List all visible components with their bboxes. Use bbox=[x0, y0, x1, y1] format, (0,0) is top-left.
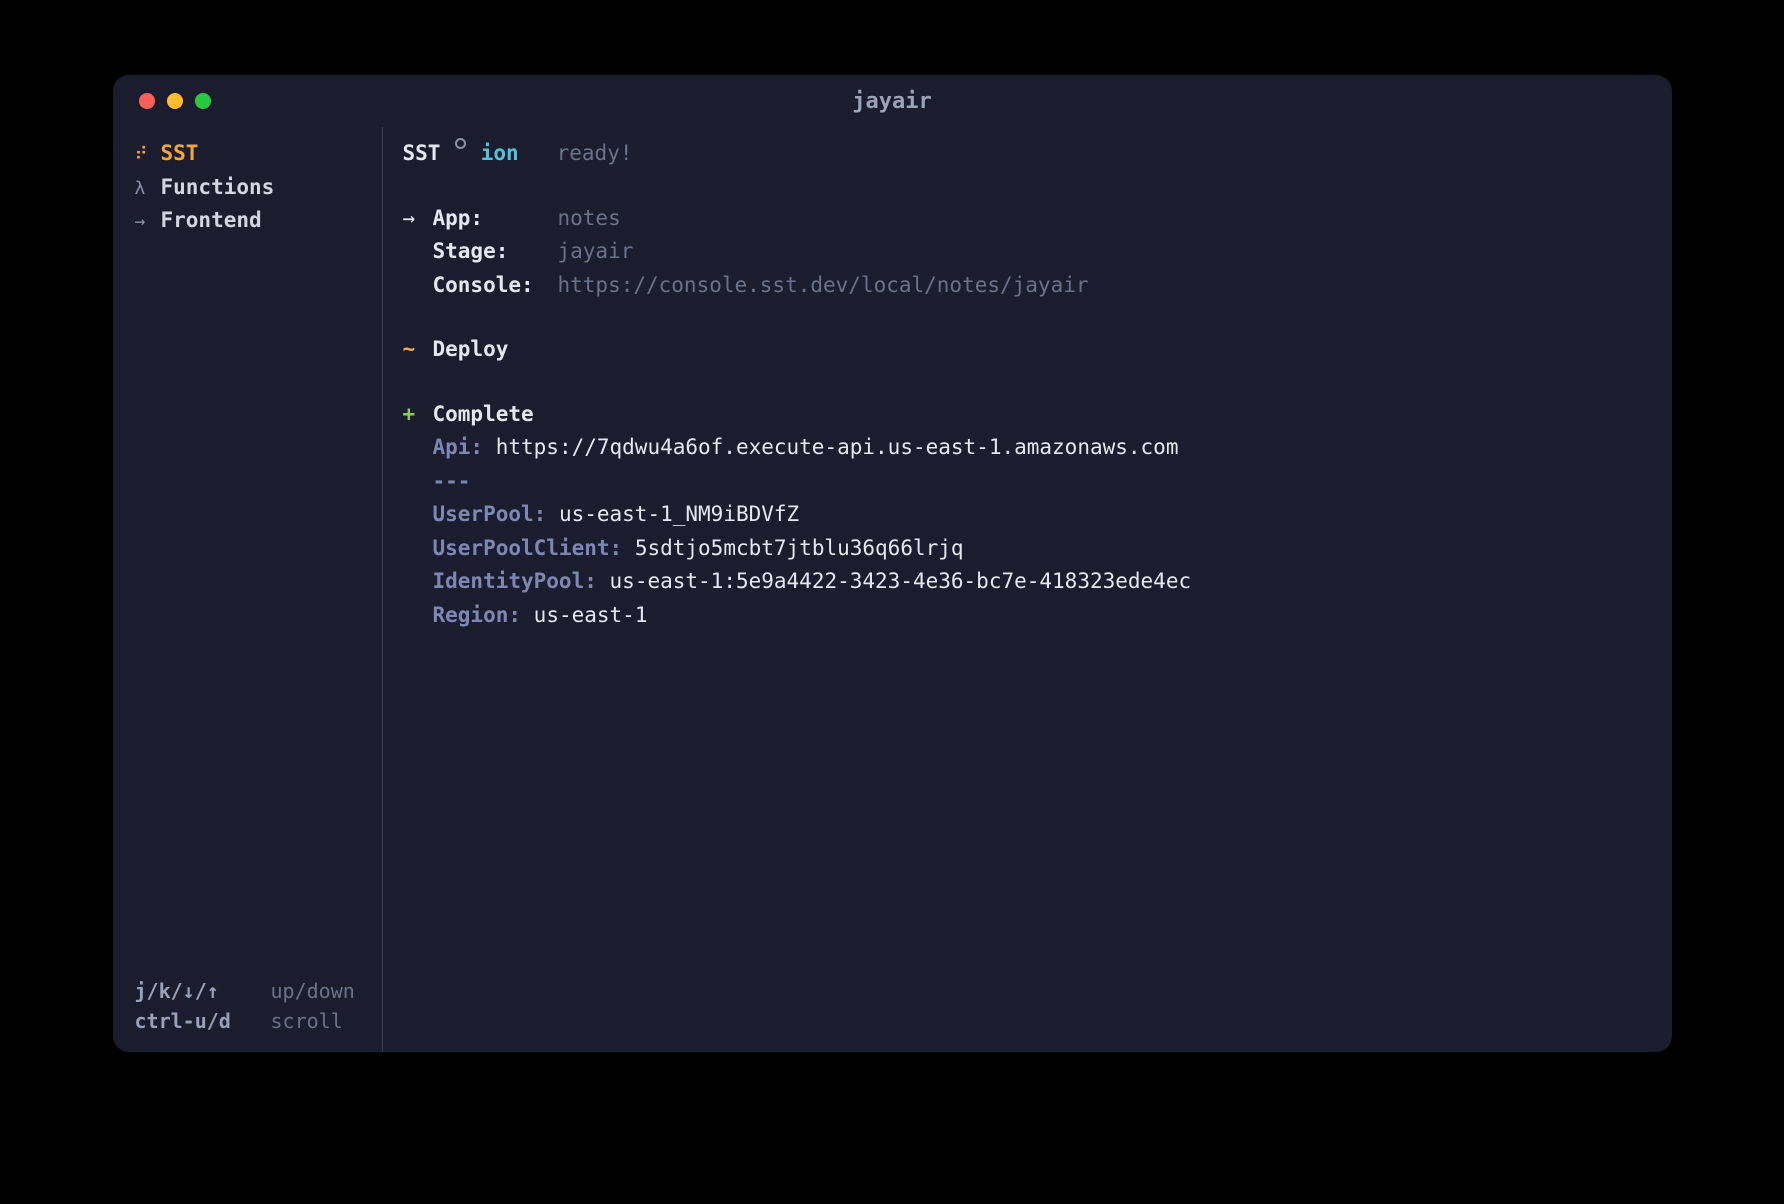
key-hints: j/k/↓/↑ up/down ctrl-u/d scroll bbox=[135, 976, 382, 1042]
arrow-icon: → bbox=[403, 203, 433, 235]
arrow-right-icon: → bbox=[135, 208, 151, 235]
close-icon[interactable] bbox=[139, 93, 155, 109]
output-row: Api: https://7qdwu4a6of.execute-api.us-e… bbox=[403, 431, 1648, 465]
complete-line: +Complete bbox=[403, 398, 1648, 432]
hint-row: ctrl-u/d scroll bbox=[135, 1006, 382, 1036]
divider: --- bbox=[433, 466, 471, 498]
hint-desc: scroll bbox=[271, 1006, 343, 1036]
deploy-line: ~Deploy bbox=[403, 333, 1648, 367]
output-key: IdentityPool: bbox=[433, 566, 597, 598]
lambda-icon: λ bbox=[135, 175, 151, 202]
value: jayair bbox=[558, 236, 634, 268]
hint-row: j/k/↓/↑ up/down bbox=[135, 976, 382, 1006]
header-line: SST ion ready! bbox=[403, 137, 1648, 171]
hint-desc: up/down bbox=[271, 976, 355, 1006]
label: Stage: bbox=[433, 236, 558, 268]
blank-line bbox=[403, 171, 1648, 202]
blank-line bbox=[403, 302, 1648, 333]
label: App: bbox=[433, 203, 558, 235]
output-row: UserPoolClient: 5sdtjo5mcbt7jtblu36q66lr… bbox=[403, 532, 1648, 566]
sidebar-item-sst[interactable]: ⠞ SST bbox=[135, 137, 382, 171]
blank-line bbox=[403, 367, 1648, 398]
info-stage: Stage:jayair bbox=[403, 235, 1648, 269]
plus-icon: + bbox=[403, 399, 433, 431]
output-row: Region: us-east-1 bbox=[403, 599, 1648, 633]
output-value: us-east-1 bbox=[534, 600, 648, 632]
output-row: IdentityPool: us-east-1:5e9a4422-3423-4e… bbox=[403, 565, 1648, 599]
maximize-icon[interactable] bbox=[195, 93, 211, 109]
deploy-label: Deploy bbox=[433, 334, 509, 366]
divider-line: --- bbox=[403, 465, 1648, 499]
sidebar-item-label: Functions bbox=[161, 172, 275, 204]
sidebar: ⠞ SST λ Functions → Frontend j/k/↓/↑ up/… bbox=[113, 127, 383, 1052]
complete-label: Complete bbox=[433, 399, 534, 431]
brand: SST bbox=[403, 138, 441, 170]
value: notes bbox=[558, 203, 621, 235]
output-value: https://7qdwu4a6of.execute-api.us-east-1… bbox=[496, 432, 1179, 464]
main-pane[interactable]: SST ion ready! →App:notes Stage:jayair C… bbox=[383, 127, 1672, 1052]
traffic-lights bbox=[139, 93, 211, 109]
sidebar-item-functions[interactable]: λ Functions bbox=[135, 171, 382, 205]
hint-keys: j/k/↓/↑ bbox=[135, 976, 243, 1006]
sidebar-item-label: SST bbox=[161, 138, 199, 170]
output-key: UserPool: bbox=[433, 499, 547, 531]
minimize-icon[interactable] bbox=[167, 93, 183, 109]
status-text: ready! bbox=[557, 138, 633, 170]
titlebar: jayair bbox=[113, 75, 1672, 127]
window-title: jayair bbox=[113, 85, 1672, 118]
sidebar-item-label: Frontend bbox=[161, 205, 262, 237]
output-value: us-east-1:5e9a4422-3423-4e36-bc7e-418323… bbox=[610, 566, 1192, 598]
sub-brand: ion bbox=[481, 138, 519, 170]
status-ring-icon bbox=[455, 138, 466, 149]
info-app: →App:notes bbox=[403, 202, 1648, 236]
info-console: Console:https://console.sst.dev/local/no… bbox=[403, 269, 1648, 303]
hint-keys: ctrl-u/d bbox=[135, 1006, 243, 1036]
nav-list: ⠞ SST λ Functions → Frontend bbox=[135, 137, 382, 238]
output-row: UserPool: us-east-1_NM9iBDVfZ bbox=[403, 498, 1648, 532]
sidebar-item-frontend[interactable]: → Frontend bbox=[135, 204, 382, 238]
output-key: Region: bbox=[433, 600, 522, 632]
window-body: ⠞ SST λ Functions → Frontend j/k/↓/↑ up/… bbox=[113, 127, 1672, 1052]
output-value: us-east-1_NM9iBDVfZ bbox=[559, 499, 799, 531]
terminal-window: jayair ⠞ SST λ Functions → Frontend bbox=[113, 75, 1672, 1052]
tilde-icon: ~ bbox=[403, 334, 433, 366]
output-key: UserPoolClient: bbox=[433, 533, 623, 565]
label: Console: bbox=[433, 270, 558, 302]
spinner-icon: ⠞ bbox=[135, 141, 151, 168]
output-key: Api: bbox=[433, 432, 484, 464]
output-value: 5sdtjo5mcbt7jtblu36q66lrjq bbox=[635, 533, 964, 565]
console-url[interactable]: https://console.sst.dev/local/notes/jaya… bbox=[558, 270, 1089, 302]
